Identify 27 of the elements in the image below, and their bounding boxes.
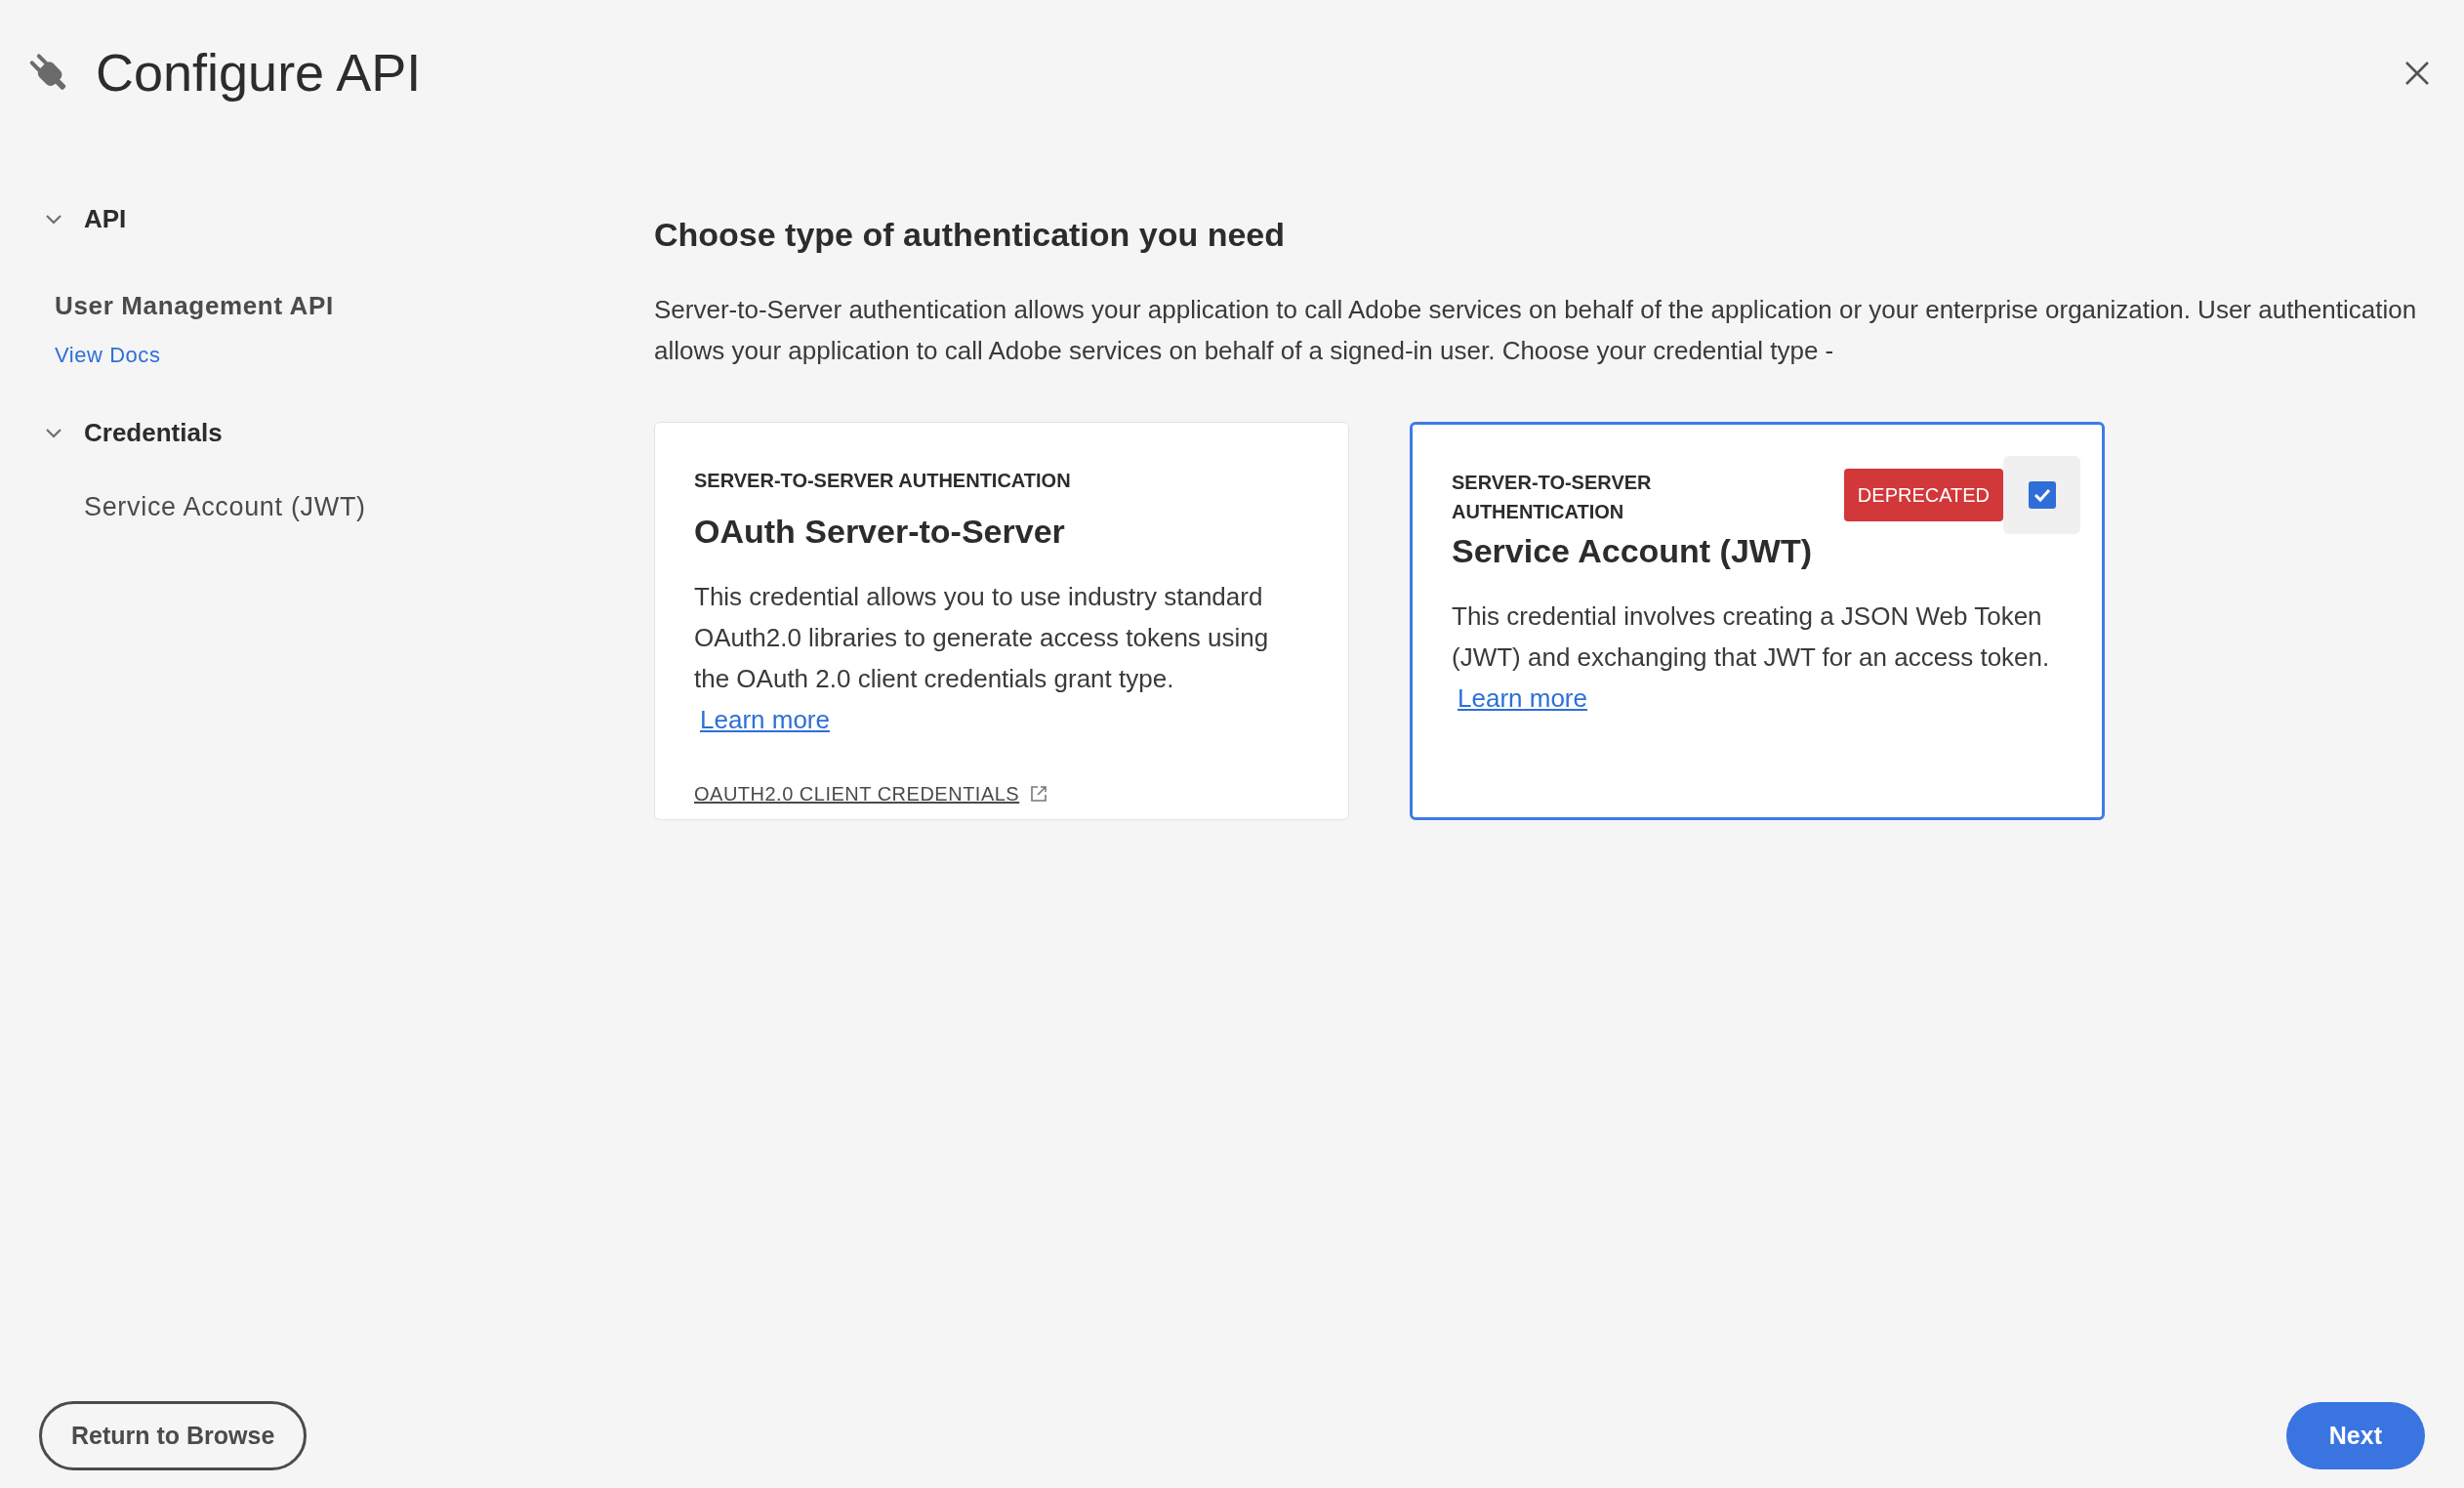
view-docs-link[interactable]: View Docs xyxy=(55,339,161,371)
credentials-doc-link[interactable]: OAUTH2.0 CLIENT CREDENTIALS xyxy=(694,779,1049,808)
api-name: User Management API xyxy=(55,290,335,322)
description-text: Server-to-Server authentication allows your application to call Adobe services on behalf of the application or your enterprise organization. User authentication allows your application to call Adobe services on behalf of a signed-in user. Choose your credential type - xyxy=(654,294,2418,367)
section-header[interactable]: API xyxy=(43,200,654,238)
external-link-icon xyxy=(1029,784,1049,804)
checkbox-tile[interactable] xyxy=(2003,456,2080,534)
card-title: OAuth Server-to-Server xyxy=(694,512,1066,552)
deprecated-badge: DEPRECATED xyxy=(1843,469,2004,521)
credential-card[interactable] xyxy=(654,422,1349,820)
section-heading: Choose type of authentication you need xyxy=(654,215,1287,255)
link-text: OAUTH2.0 CLIENT CREDENTIALS xyxy=(694,782,1020,806)
return-button[interactable]: Return to Browse xyxy=(39,1400,308,1470)
card-eyebrow: SERVER-TO-SERVER AUTHENTICATION xyxy=(694,469,1071,493)
card-title: Service Account (JWT) xyxy=(1452,531,1814,571)
credential-card[interactable]: SERVER-TO-SERVER AUTHENTICATION DEPRECATED Service Account (JWT) This credential involves creating a JSON Web Token (JWT) and exchanging that JWT for an access token. Learn more xyxy=(1410,422,2105,820)
window-title: Configure API xyxy=(96,42,422,103)
card-eyebrow: SERVER-TO-SERVER AUTHENTICATION xyxy=(1452,471,1653,524)
section-header[interactable]: Credentials xyxy=(43,414,654,452)
card-description: This credential involves creating a JSON Web Token (JWT) and exchanging that JWT for an access token. Learn more xyxy=(1452,600,2051,715)
learn-more-link[interactable]: Learn more xyxy=(700,705,830,734)
checkbox-checked-icon xyxy=(2028,481,2056,509)
sidebar-item[interactable]: Service Account (JWT) xyxy=(84,487,366,527)
card-description: This credential allows you to use industry standard OAuth2.0 libraries to generate access tokens using the OAuth 2.0 client credentials grant type. Learn more xyxy=(694,581,1270,736)
learn-more-link[interactable]: Learn more xyxy=(1458,683,1587,713)
next-button[interactable]: Next xyxy=(2285,1401,2425,1469)
close-icon xyxy=(2403,59,2431,87)
